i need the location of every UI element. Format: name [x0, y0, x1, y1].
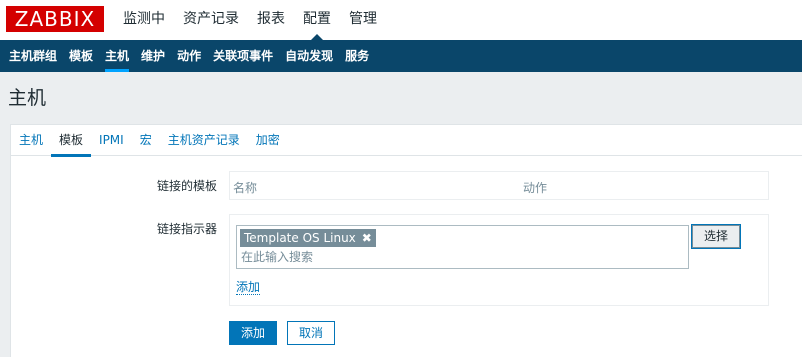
template-multiselect[interactable]: Template OS Linux ✖: [236, 225, 689, 269]
link-indicator-box: Template OS Linux ✖ 选择 添加: [229, 214, 769, 306]
sub-menu-services[interactable]: 服务: [339, 40, 375, 72]
tab-encryption[interactable]: 加密: [248, 125, 288, 156]
tab-templates[interactable]: 模板: [51, 125, 92, 157]
sub-menu-event-correlation[interactable]: 关联项事件: [207, 40, 279, 72]
linked-templates-table: 名称 动作: [229, 171, 769, 200]
main-menu-administration[interactable]: 管理: [340, 0, 386, 40]
host-form-panel: 主机 模板 IPMI 宏 主机资产记录 加密 链接的模板 名称 动作 链接指示器…: [10, 124, 802, 357]
link-indicator-label: 链接指示器: [157, 222, 218, 236]
sub-menu-hosts[interactable]: 主机: [99, 40, 135, 72]
tab-macros[interactable]: 宏: [132, 125, 160, 156]
tab-ipmi[interactable]: IPMI: [91, 125, 132, 156]
main-menu-reports[interactable]: 报表: [248, 0, 294, 40]
top-header: ZABBIX 监测中 资产记录 报表 配置 管理: [0, 0, 802, 40]
sub-menu-host-groups[interactable]: 主机群组: [3, 40, 63, 72]
sub-menu-discovery[interactable]: 自动发现: [279, 40, 339, 72]
cancel-button[interactable]: 取消: [287, 321, 335, 345]
main-menu-inventory[interactable]: 资产记录: [174, 0, 248, 40]
linked-templates-label: 链接的模板: [157, 179, 218, 193]
sub-menu: 主机群组 模板 主机 维护 动作 关联项事件 自动发现 服务: [0, 40, 802, 72]
main-menu-monitoring[interactable]: 监测中: [114, 0, 174, 40]
close-icon[interactable]: ✖: [362, 229, 372, 247]
column-header-action: 动作: [523, 181, 548, 195]
sub-menu-actions[interactable]: 动作: [171, 40, 207, 72]
template-search-input[interactable]: [241, 248, 681, 266]
add-button[interactable]: 添加: [229, 321, 277, 345]
main-menu-configuration[interactable]: 配置: [294, 0, 340, 40]
main-menu: 监测中 资产记录 报表 配置 管理: [114, 0, 386, 40]
sub-menu-maintenance[interactable]: 维护: [135, 40, 171, 72]
tab-inventory[interactable]: 主机资产记录: [160, 125, 248, 156]
select-button[interactable]: 选择: [692, 225, 740, 248]
page-title: 主机: [8, 87, 47, 109]
zabbix-logo[interactable]: ZABBIX: [6, 6, 104, 32]
selected-template-label: Template OS Linux: [244, 231, 356, 245]
selected-template-tag: Template OS Linux ✖: [240, 229, 376, 247]
form-tabs: 主机 模板 IPMI 宏 主机资产记录 加密: [11, 125, 802, 157]
add-template-link[interactable]: 添加: [236, 280, 261, 295]
tab-host[interactable]: 主机: [11, 125, 51, 156]
sub-menu-templates[interactable]: 模板: [63, 40, 99, 72]
column-header-name: 名称: [233, 181, 258, 195]
